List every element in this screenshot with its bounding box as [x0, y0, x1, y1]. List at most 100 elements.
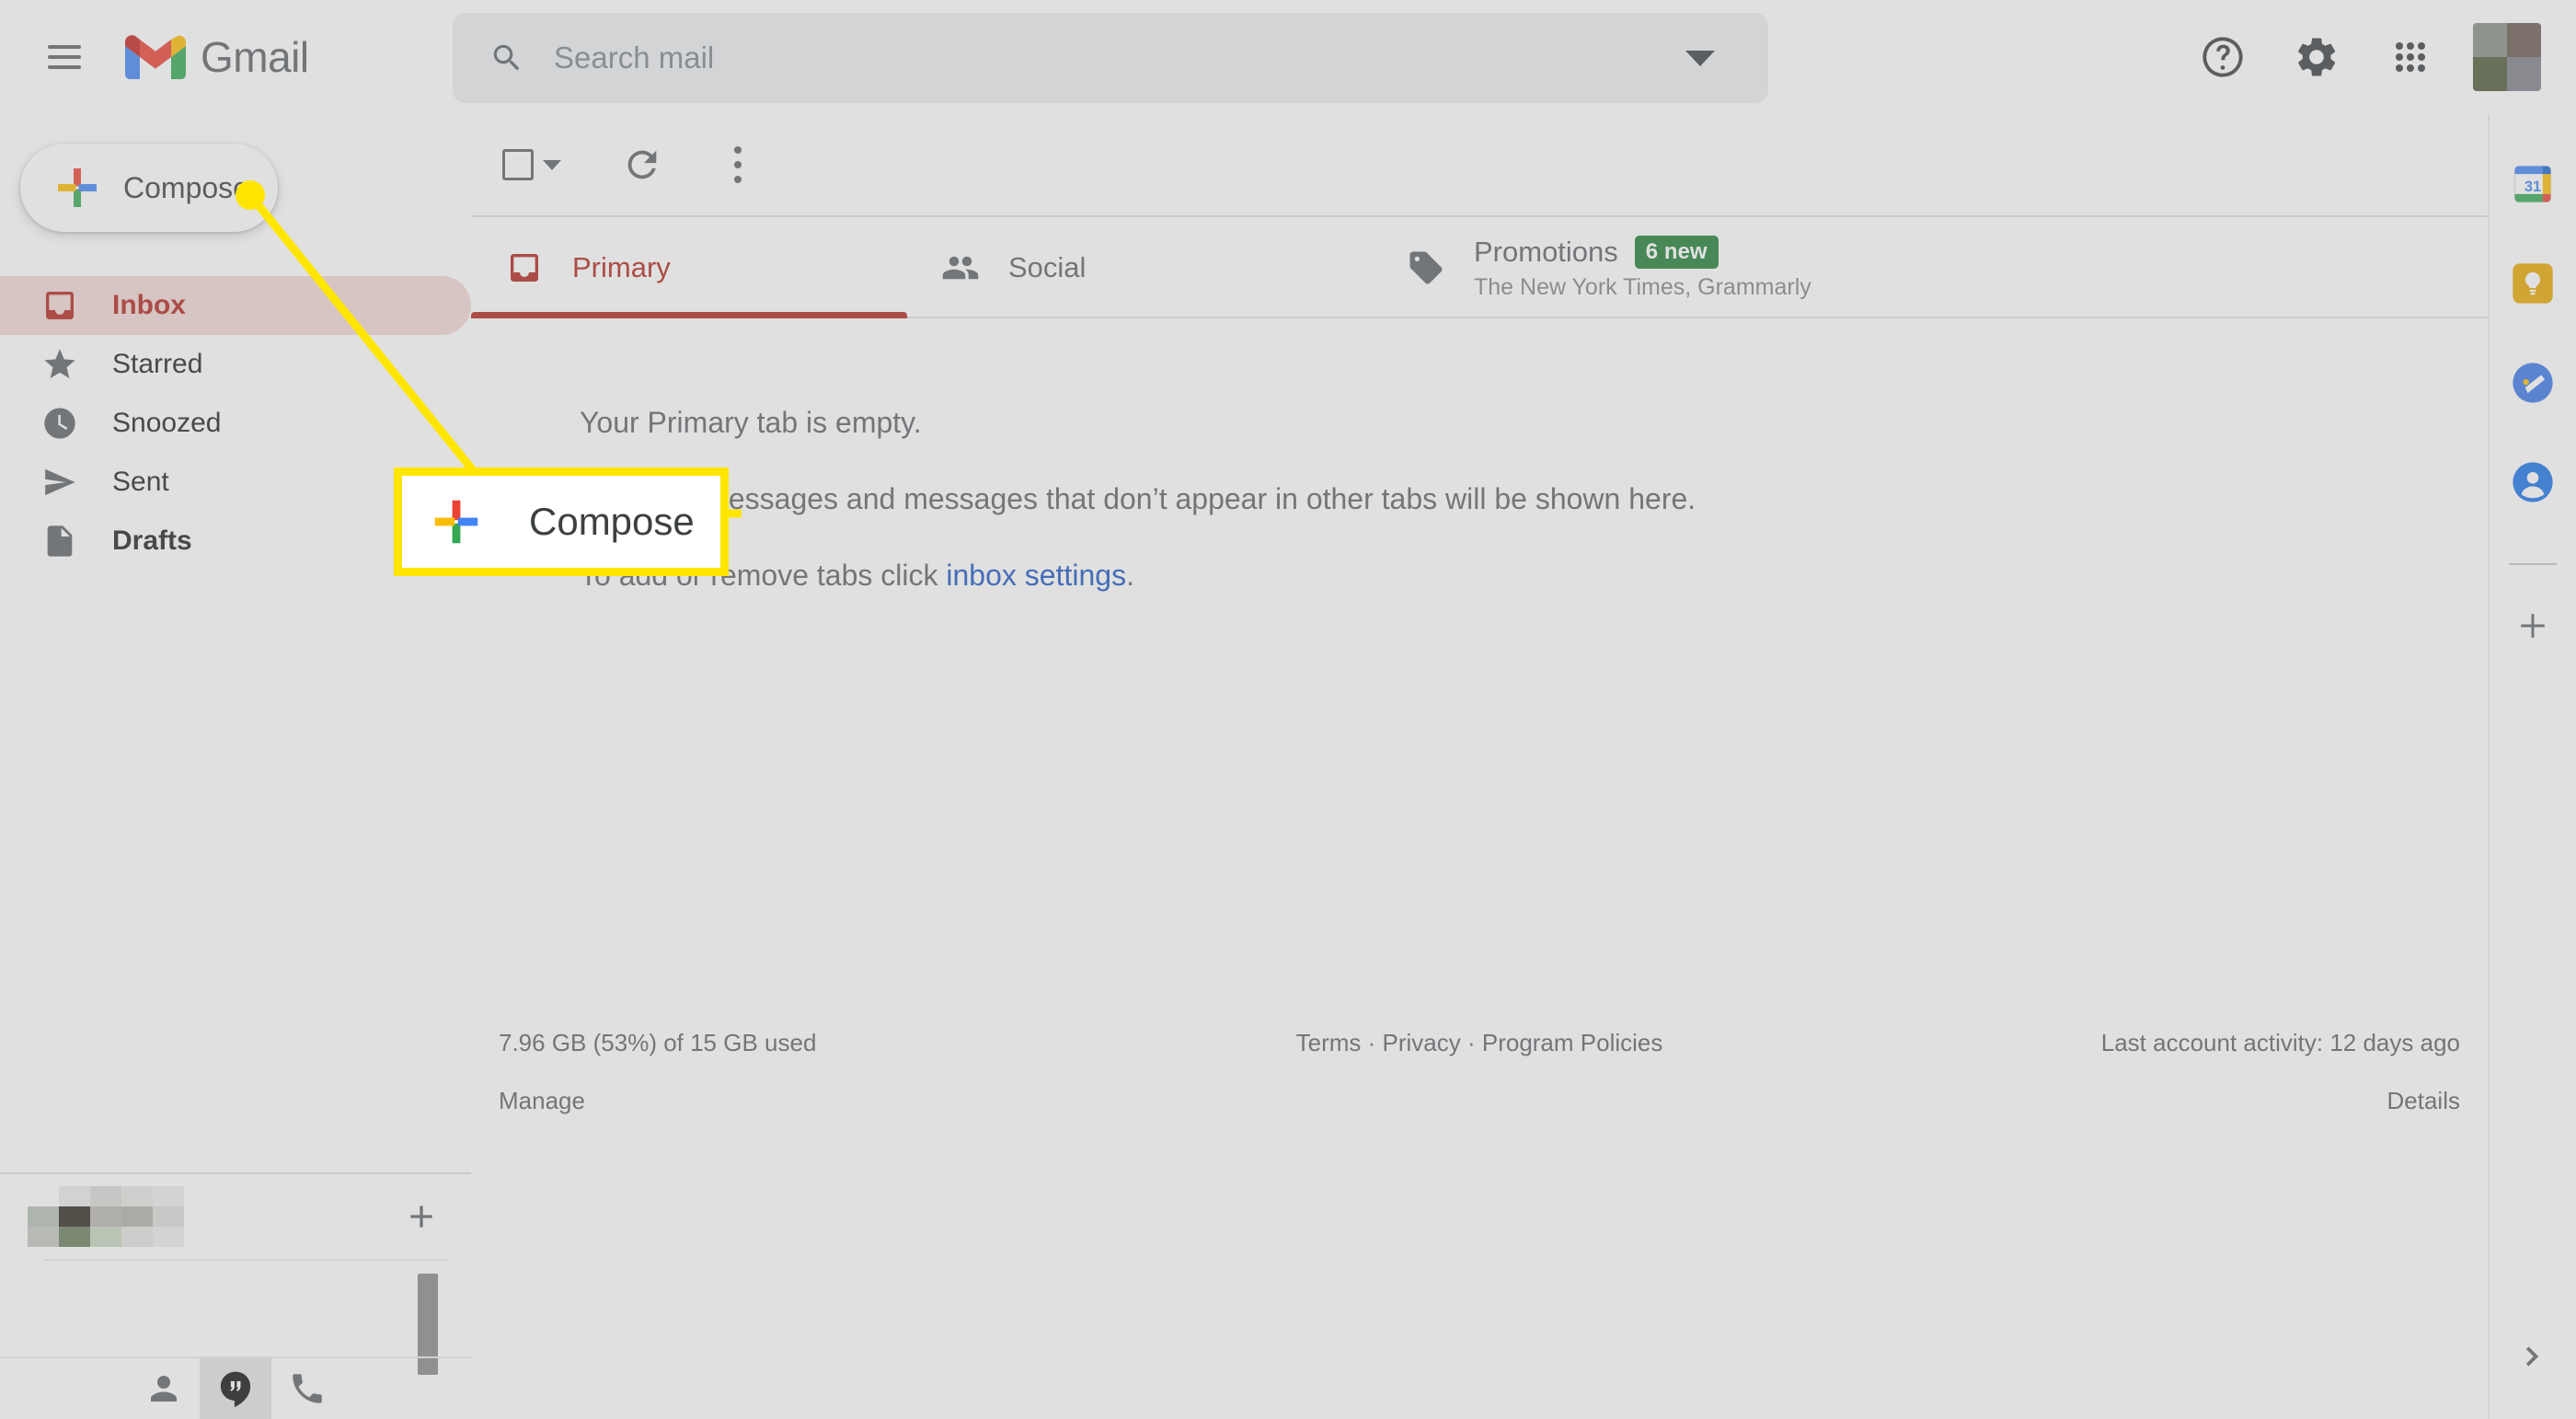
hangouts-icon	[220, 1371, 251, 1408]
compose-button[interactable]: Compose	[20, 144, 278, 232]
tab-label: Primary	[572, 251, 671, 283]
app-header: Gmail	[0, 0, 2576, 114]
header-actions	[2186, 0, 2541, 114]
activity-details-link[interactable]: Details	[2101, 1087, 2460, 1115]
tab-social[interactable]: Social	[907, 217, 1373, 318]
legal-links[interactable]: Terms · Privacy · Program Policies	[1296, 1029, 1663, 1057]
more-vertical-icon	[734, 146, 742, 154]
apps-grid-icon	[2396, 42, 2425, 72]
tab-promotions[interactable]: Promotions 6 new The New York Times, Gra…	[1373, 217, 2488, 318]
google-contacts-icon[interactable]	[2509, 458, 2557, 506]
footer: 7.96 GB (53%) of 15 GB used Manage Terms…	[471, 1021, 2488, 1132]
blurred-user-name	[28, 1186, 184, 1247]
document-icon	[40, 522, 79, 560]
search-input[interactable]	[554, 40, 1685, 75]
google-calendar-icon[interactable]: 31	[2509, 160, 2557, 208]
svg-text:31: 31	[2524, 179, 2541, 195]
tab-texts: Social	[1008, 251, 1086, 284]
tab-label: Social	[1008, 251, 1087, 283]
more-options-button[interactable]	[703, 130, 773, 200]
select-all-control[interactable]	[489, 149, 574, 180]
chat-user-row	[0, 1174, 471, 1259]
category-tabs: Primary Social Promotions 6 new The New …	[471, 215, 2488, 318]
manage-storage-link[interactable]: Manage	[499, 1087, 816, 1115]
sidebar-item-label: Drafts	[112, 525, 192, 556]
gmail-logo-icon	[125, 35, 186, 79]
account-avatar[interactable]	[2473, 23, 2541, 91]
message-toolbar	[471, 114, 2488, 215]
main-content: Primary Social Promotions 6 new The New …	[471, 114, 2488, 1090]
sidebar-item-starred[interactable]: Starred	[0, 335, 471, 394]
tab-texts: Promotions 6 new The New York Times, Gra…	[1474, 235, 1811, 301]
tab-texts: Primary	[572, 251, 671, 284]
google-keep-icon[interactable]	[2509, 260, 2557, 307]
refresh-button[interactable]	[607, 130, 677, 200]
left-sidebar: Compose Inbox Starred Snoozed Sent Draft…	[0, 114, 471, 1182]
tab-subtitle: The New York Times, Grammarly	[1474, 273, 1811, 300]
side-panel-rail: 31	[2488, 114, 2576, 1419]
plus-icon[interactable]	[2513, 606, 2553, 646]
checkbox-icon[interactable]	[502, 149, 534, 180]
account-activity: Last account activity: 12 days ago Detai…	[2101, 1029, 2460, 1115]
people-icon	[940, 248, 981, 288]
send-icon	[40, 463, 79, 502]
chat-panel	[0, 1172, 471, 1419]
gmail-window: Gmail Search mail Compose Inbox Starred …	[0, 0, 2576, 1419]
contacts-tab[interactable]	[128, 1358, 200, 1419]
inbox-settings-link[interactable]: inbox settings	[946, 559, 1126, 592]
chevron-down-icon[interactable]	[1685, 50, 1715, 66]
callout-box: Compose	[394, 467, 729, 576]
hamburger-menu-icon[interactable]	[48, 45, 81, 69]
search-icon	[493, 44, 520, 71]
sidebar-item-snoozed[interactable]: Snoozed	[0, 394, 471, 453]
status-badge: 6 new	[1634, 235, 1719, 269]
compose-button-label: Compose	[123, 170, 249, 204]
last-activity-text: Last account activity: 12 days ago	[2100, 1029, 2460, 1056]
star-icon	[40, 345, 79, 384]
sidebar-item-inbox[interactable]: Inbox	[0, 276, 471, 335]
inbox-icon	[504, 248, 545, 288]
divider	[44, 1259, 447, 1261]
gear-icon	[2298, 38, 2336, 76]
storage-info: 7.96 GB (53%) of 15 GB used Manage	[499, 1029, 816, 1115]
colored-plus-icon	[434, 500, 478, 544]
google-apps-button[interactable]	[2374, 20, 2447, 94]
help-button[interactable]	[2186, 20, 2260, 94]
chevron-down-icon[interactable]	[543, 159, 561, 170]
sidebar-item-label: Starred	[112, 349, 203, 379]
active-tab-indicator	[471, 312, 907, 318]
chevron-right-icon[interactable]	[2514, 1338, 2551, 1375]
help-icon	[2202, 37, 2243, 77]
colored-plus-icon	[58, 168, 97, 207]
chat-tabs	[0, 1356, 471, 1419]
sidebar-item-label: Snoozed	[112, 408, 222, 438]
inbox-icon	[40, 286, 79, 325]
divider	[2509, 563, 2557, 565]
storage-usage-text: 7.96 GB (53%) of 15 GB used	[499, 1029, 817, 1056]
empty-state-hint: To add or remove tabs click inbox settin…	[580, 560, 2488, 592]
tab-primary[interactable]: Primary	[471, 217, 907, 318]
tag-icon	[1406, 248, 1446, 288]
callout-label: Compose	[529, 500, 695, 543]
plus-icon[interactable]	[403, 1198, 440, 1235]
clock-icon	[40, 404, 79, 443]
calls-tab[interactable]	[271, 1358, 343, 1419]
sidebar-item-label: Inbox	[112, 290, 186, 320]
brand: Gmail	[125, 32, 309, 82]
sidebar-item-label: Sent	[112, 467, 169, 497]
hint-suffix: .	[1126, 559, 1134, 593]
refresh-icon	[627, 150, 657, 179]
google-tasks-icon[interactable]	[2509, 359, 2557, 407]
empty-state: Your Primary tab is empty. Personal mess…	[471, 318, 2488, 593]
brand-name: Gmail	[201, 33, 309, 81]
chat-tab[interactable]	[200, 1358, 271, 1419]
person-icon	[151, 1376, 177, 1402]
empty-state-description: Personal messages and messages that don’…	[580, 482, 1696, 516]
search-bar[interactable]	[453, 13, 1768, 103]
empty-state-title: Your Primary tab is empty.	[580, 406, 922, 439]
settings-button[interactable]	[2280, 20, 2353, 94]
tab-label: Promotions	[1474, 235, 1618, 268]
phone-icon	[293, 1374, 322, 1403]
